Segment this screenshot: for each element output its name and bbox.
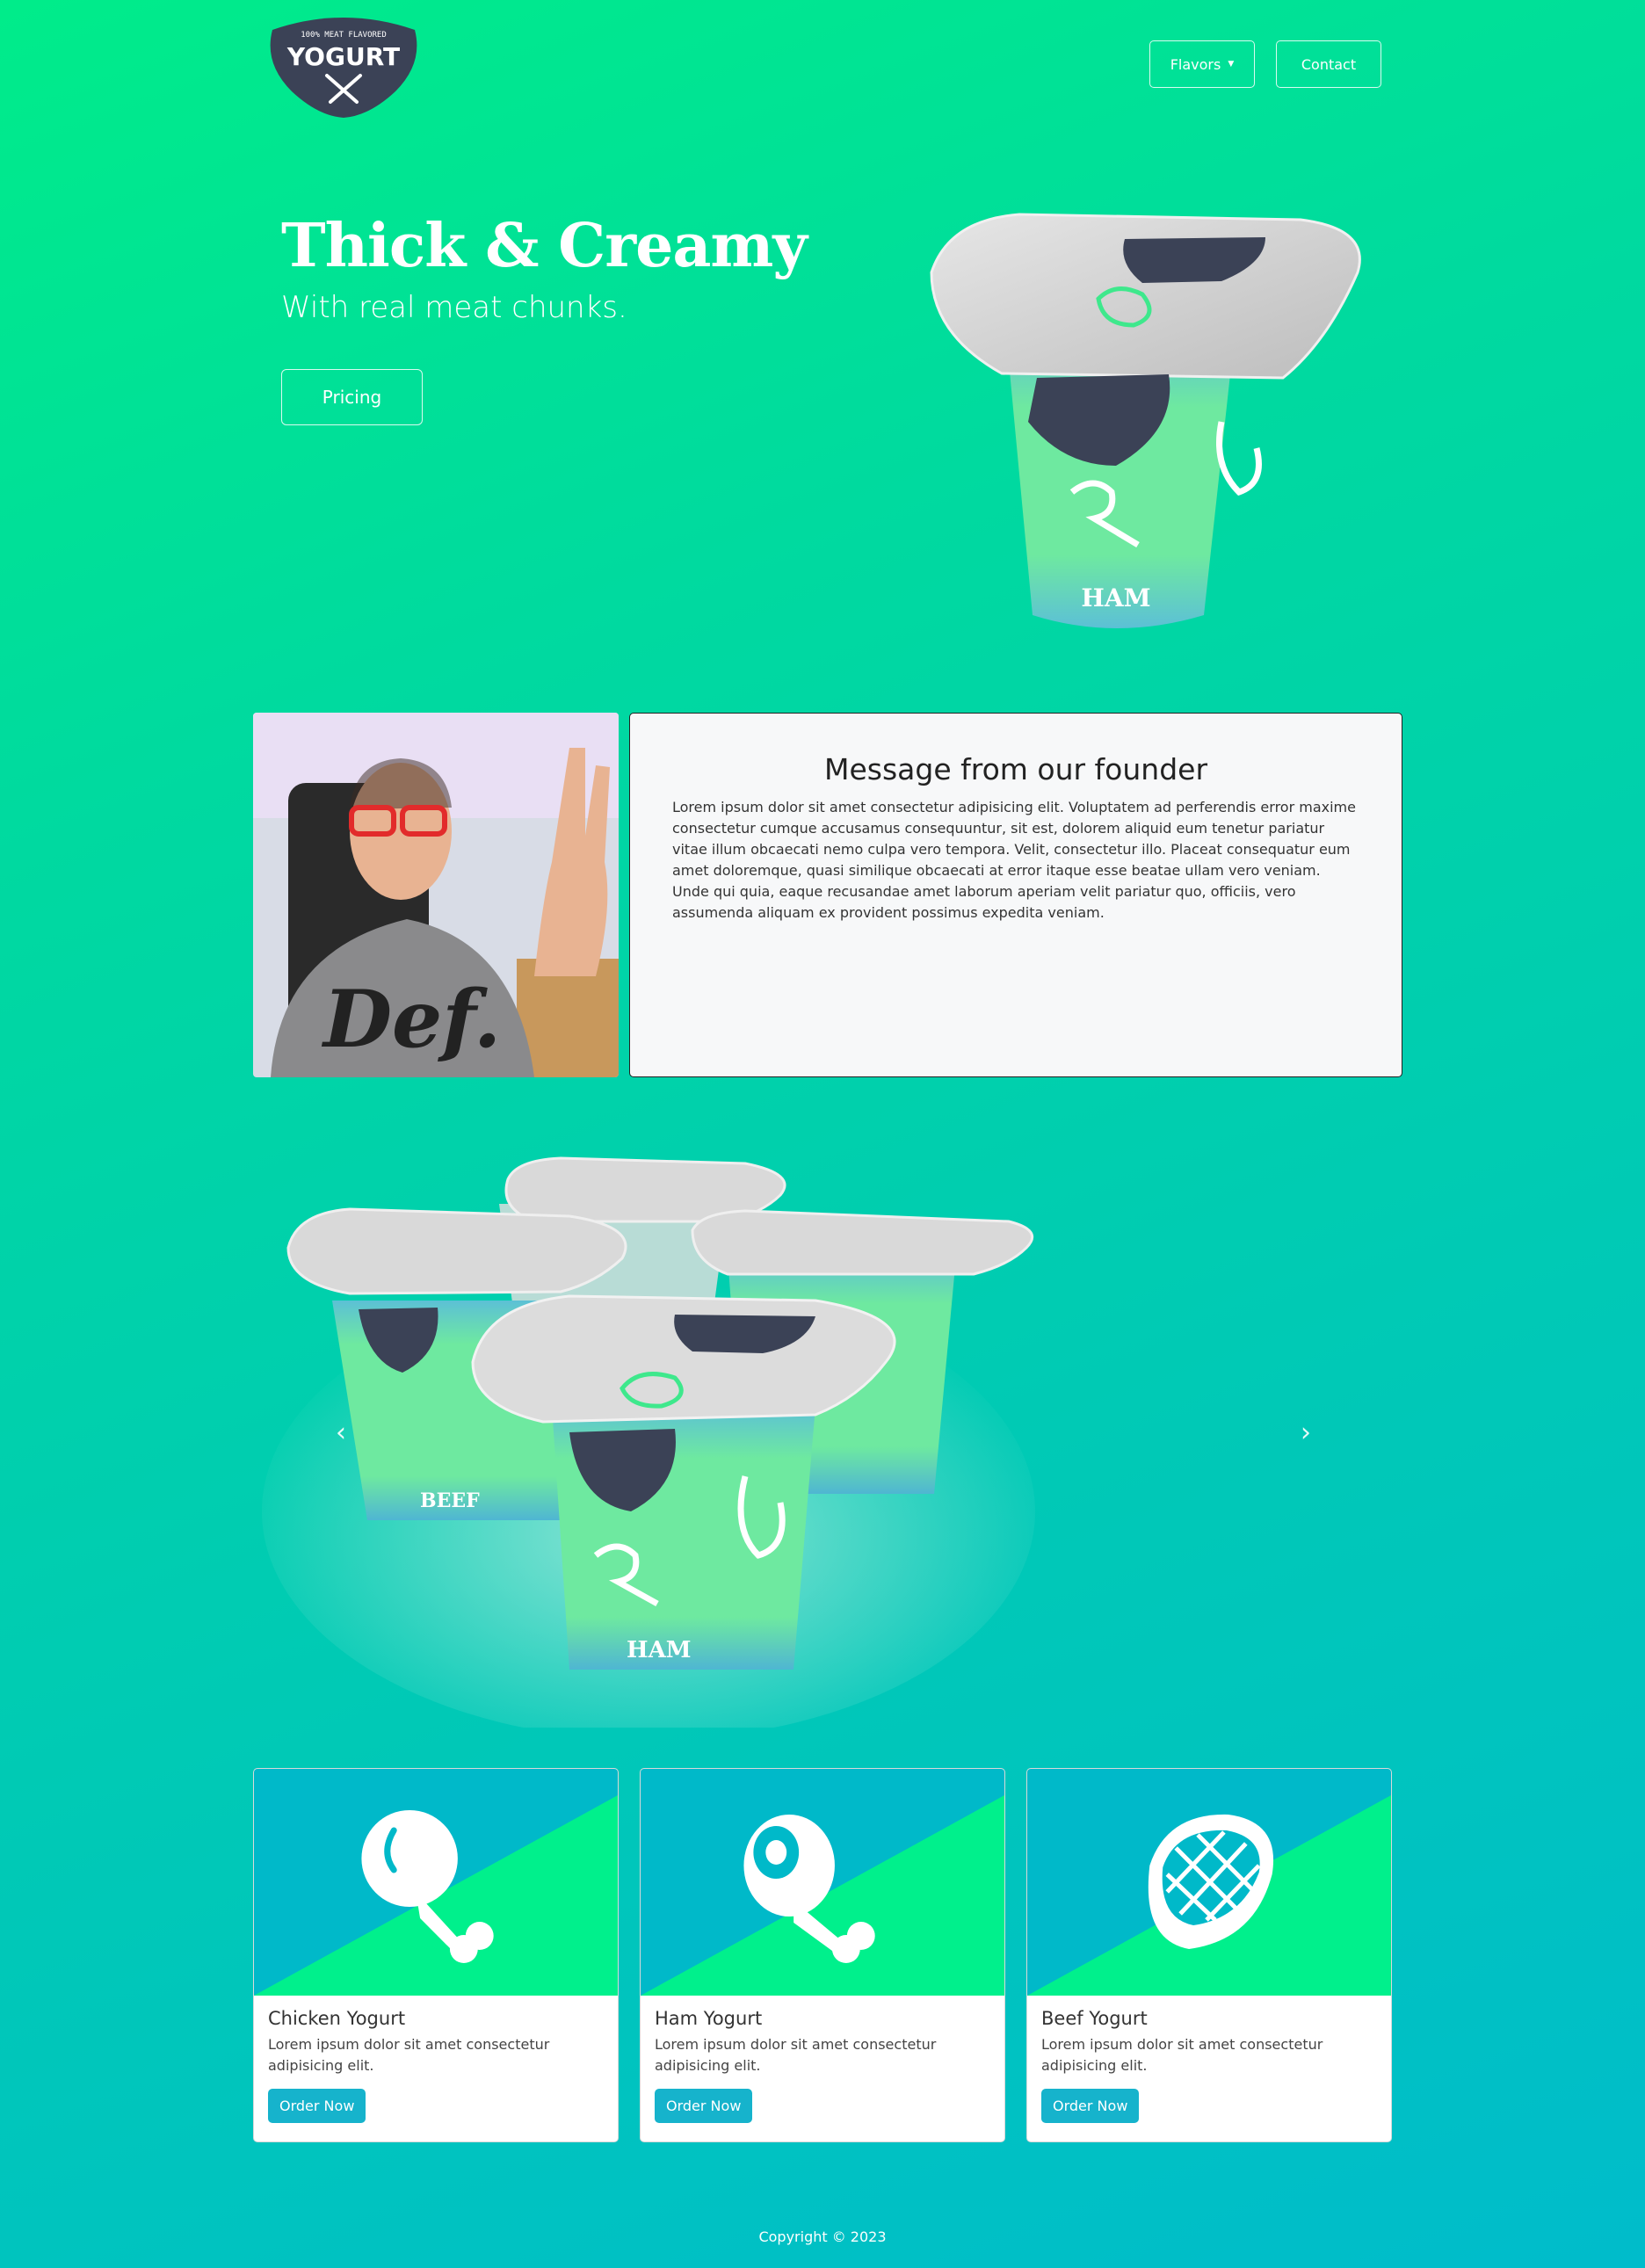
chevron-right-icon: › (1301, 1417, 1311, 1448)
hero-yogurt-cup-image: HAM (930, 213, 1361, 628)
contact-button[interactable]: Contact (1276, 40, 1381, 88)
cup-flavor-label: HAM (1081, 583, 1150, 612)
shirt-logo-text: Def. (321, 973, 501, 1066)
chevron-left-icon: ‹ (336, 1417, 346, 1448)
card-title: Ham Yogurt (655, 2008, 763, 2029)
hero-title: Thick & Creamy (281, 211, 808, 281)
carousel-cup-label-beef: BEEF (420, 1489, 480, 1512)
logo-wordmark: YOGURT (286, 42, 400, 71)
founder-title: Message from our founder (823, 752, 1208, 786)
logo-tagline: 100% MEAT FLAVORED (301, 31, 387, 40)
contact-label: Contact (1301, 55, 1357, 73)
carousel-slide-image: BEEF HAM (262, 1156, 1035, 1728)
product-carousel[interactable]: BEEF HAM ‹ › (253, 1142, 1402, 1728)
product-card-chicken: Chicken Yogurt Lorem ipsum dolor sit ame… (253, 1768, 619, 2142)
card-title: Chicken Yogurt (268, 2008, 406, 2029)
order-now-button[interactable]: Order Now (655, 2089, 753, 2123)
order-now-button[interactable]: Order Now (1041, 2089, 1140, 2123)
card-image (254, 1769, 618, 1996)
flavors-label: Flavors (1170, 55, 1221, 73)
founder-message-text: Lorem ipsum dolor sit amet consectetur a… (672, 799, 1356, 921)
card-text: Lorem ipsum dolor sit amet consectetur a… (655, 2036, 937, 2074)
card-text: Lorem ipsum dolor sit amet consectetur a… (268, 2036, 550, 2074)
carousel-next-button[interactable]: › (1279, 1406, 1332, 1459)
card-image (641, 1769, 1004, 1996)
product-card-beef: Beef Yogurt Lorem ipsum dolor sit amet c… (1026, 1768, 1392, 2142)
card-image (1027, 1769, 1391, 1996)
pricing-label: Pricing (322, 387, 382, 408)
order-now-button[interactable]: Order Now (268, 2089, 366, 2123)
carousel-prev-button[interactable]: ‹ (315, 1406, 367, 1459)
carousel-cup-label-ham: HAM (627, 1637, 692, 1663)
product-card-ham: Ham Yogurt Lorem ipsum dolor sit amet co… (640, 1768, 1005, 2142)
hero-subtitle: With real meat chunks. (281, 290, 627, 325)
founder-photo: Def. (253, 713, 619, 1077)
card-text: Lorem ipsum dolor sit amet consectetur a… (1041, 2036, 1323, 2074)
flavors-dropdown-button[interactable]: Flavors ▼ (1149, 40, 1255, 88)
footer-copyright: Copyright © 2023 (758, 2228, 887, 2245)
caret-down-icon: ▼ (1228, 60, 1235, 69)
pricing-button[interactable]: Pricing (281, 369, 423, 425)
card-title: Beef Yogurt (1041, 2008, 1148, 2029)
yogurt-logo[interactable]: 100% MEAT FLAVORED YOGURT (264, 11, 424, 118)
founder-message-card: Message from our founder Lorem ipsum dol… (629, 713, 1402, 1077)
